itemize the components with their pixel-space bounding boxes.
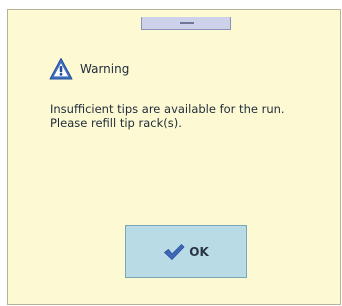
message-line: Insufficient tips are available for the …: [50, 102, 285, 116]
dialog-header: Warning: [49, 57, 129, 81]
warning-dialog: Warning Insufficient tips are available …: [7, 9, 341, 305]
drag-handle[interactable]: [141, 17, 231, 30]
check-icon: [164, 243, 185, 260]
grip-icon: [180, 22, 194, 24]
ok-button-label: OK: [189, 244, 209, 259]
warning-icon: [49, 58, 73, 80]
dialog-title: Warning: [80, 62, 130, 76]
message-line: Please refill tip rack(s).: [50, 116, 182, 130]
ok-button[interactable]: OK: [125, 225, 247, 278]
dialog-message: Insufficient tips are available for the …: [50, 102, 335, 130]
